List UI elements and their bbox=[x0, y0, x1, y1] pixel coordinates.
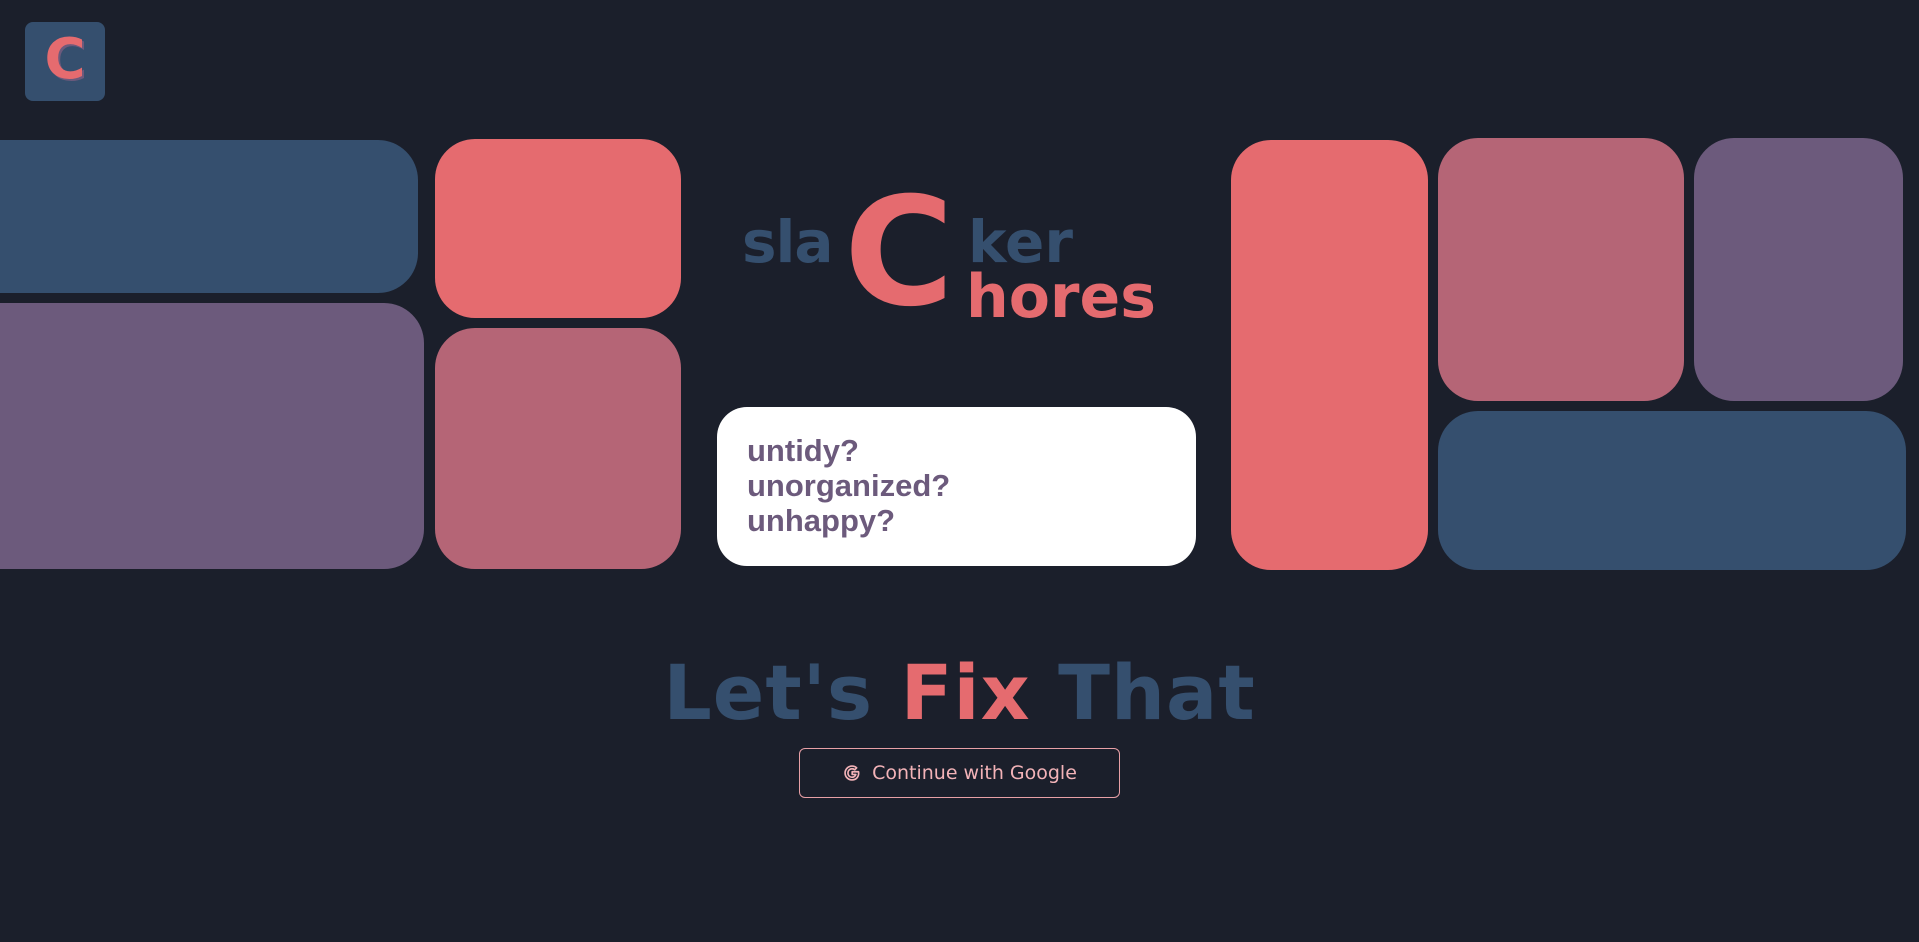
question-line: unorganized? bbox=[747, 468, 951, 503]
decor-tile bbox=[0, 140, 418, 293]
decor-tile bbox=[1231, 140, 1428, 570]
logo-c-icon: C bbox=[44, 26, 86, 92]
decor-tile bbox=[1694, 138, 1903, 401]
decor-tile bbox=[0, 303, 424, 569]
headline-part1: Let's bbox=[663, 648, 874, 737]
decor-tile bbox=[435, 328, 681, 569]
decor-tile bbox=[1438, 138, 1684, 401]
google-button-label: Continue with Google bbox=[872, 762, 1077, 784]
brand-big-letter: C bbox=[844, 166, 955, 340]
question-line: unhappy? bbox=[747, 503, 896, 538]
questions-card: untidy? unorganized? unhappy? bbox=[717, 407, 1196, 566]
logo-button[interactable]: C bbox=[25, 22, 105, 101]
landing-page: C sla C ker hores untidy? unorganized? u… bbox=[0, 0, 1919, 942]
brand-prefix: sla bbox=[742, 208, 834, 276]
brand-second-word: hores bbox=[966, 262, 1156, 332]
decor-tile bbox=[435, 139, 681, 318]
hero-headline: Let's Fix That bbox=[0, 648, 1919, 737]
headline-part2: That bbox=[1058, 648, 1256, 737]
headline-highlight: Fix bbox=[900, 648, 1031, 737]
question-line: untidy? bbox=[747, 433, 859, 468]
decor-tile bbox=[1438, 411, 1906, 570]
brand-wordmark: sla C ker hores bbox=[740, 178, 1160, 340]
continue-with-google-button[interactable]: Continue with Google bbox=[799, 748, 1120, 798]
google-g-icon bbox=[842, 763, 862, 783]
